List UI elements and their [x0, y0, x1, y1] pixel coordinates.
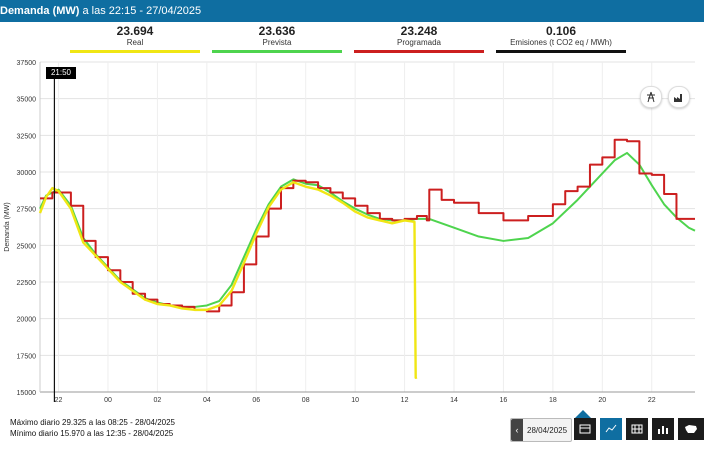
- y-tick-label: 32500: [17, 133, 37, 140]
- x-tick-label: 16: [500, 397, 508, 404]
- y-tick-label: 15000: [17, 390, 37, 397]
- bars-view-icon[interactable]: [652, 418, 674, 440]
- y-tick-label: 20000: [17, 317, 37, 324]
- x-tick-label: 18: [549, 397, 557, 404]
- factory-icon[interactable]: [668, 86, 690, 108]
- y-tick-label: 25000: [17, 243, 37, 250]
- daily-max: Máximo diario 29.325 a las 08:25 - 28/04…: [10, 418, 175, 427]
- y-axis-label: Demanda (MW): [4, 202, 11, 251]
- y-tick-label: 22500: [17, 280, 37, 287]
- grid-view-icon[interactable]: [626, 418, 648, 440]
- date-selector[interactable]: ‹ 28/04/2025: [510, 418, 572, 442]
- x-tick-label: 06: [252, 397, 260, 404]
- y-tick-label: 35000: [17, 97, 37, 104]
- chart-view-icon[interactable]: [600, 418, 622, 440]
- x-tick-label: 22: [55, 397, 63, 404]
- x-tick-label: 02: [154, 397, 162, 404]
- x-tick-label: 04: [203, 397, 211, 404]
- x-tick-label: 14: [450, 397, 458, 404]
- y-tick-label: 30000: [17, 170, 37, 177]
- x-tick-label: 12: [401, 397, 409, 404]
- x-tick-label: 20: [598, 397, 606, 404]
- x-tick-label: 22: [648, 397, 656, 404]
- y-tick-label: 27500: [17, 207, 37, 214]
- y-tick-label: 37500: [17, 60, 37, 67]
- tower-icon[interactable]: [640, 86, 662, 108]
- demand-chart[interactable]: 15000 17500 20000 22500 25000 27500 30000 32500…: [0, 0, 704, 455]
- x-tick-label: 08: [302, 397, 310, 404]
- table-view-icon[interactable]: [574, 418, 596, 440]
- date-value: 28/04/2025: [527, 426, 568, 435]
- active-view-indicator: [575, 410, 591, 418]
- x-tick-label: 10: [351, 397, 359, 404]
- prev-date-button[interactable]: ‹: [511, 419, 523, 441]
- daily-min: Mínimo diario 15.970 a las 12:35 - 28/04…: [10, 429, 174, 438]
- x-tick-label: 00: [104, 397, 112, 404]
- series-line-prevista: [39, 151, 696, 308]
- series-line-programada: [40, 138, 695, 313]
- spain-map-icon[interactable]: [678, 418, 704, 440]
- cursor-time-label: 21:50: [46, 67, 76, 79]
- y-tick-label: 17500: [17, 353, 37, 360]
